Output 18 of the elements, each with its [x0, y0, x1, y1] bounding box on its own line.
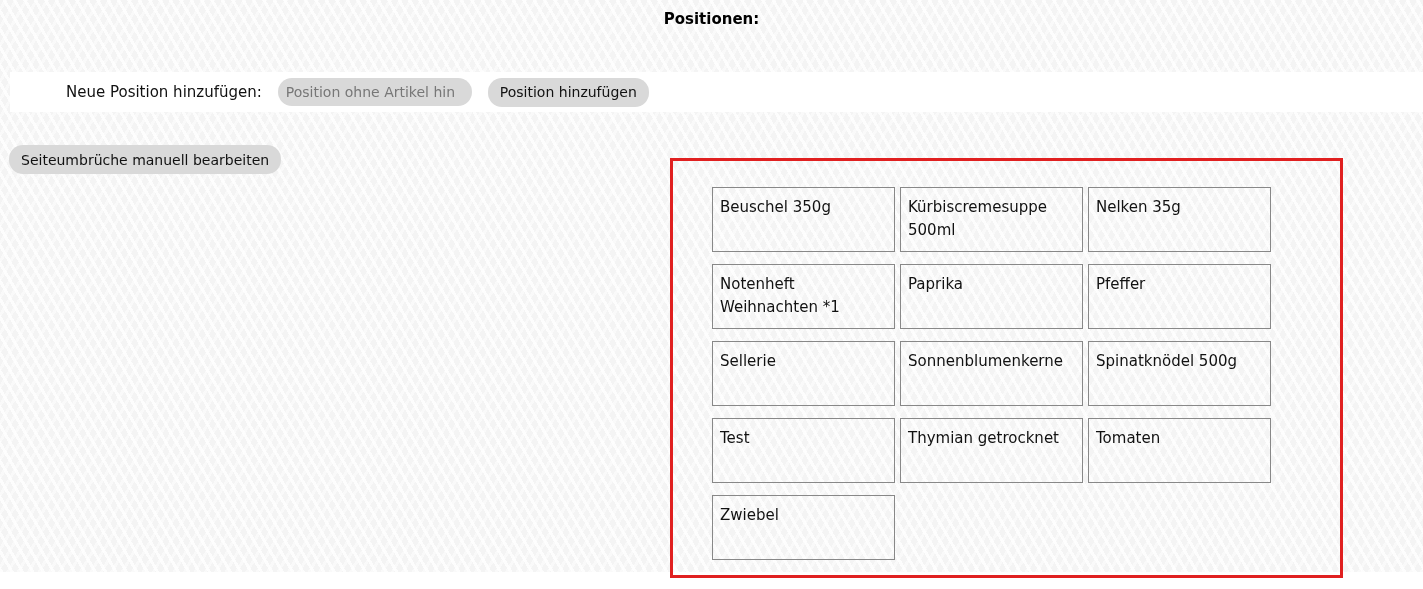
item-tile[interactable]: Zwiebel	[712, 495, 895, 560]
edit-page-breaks-button[interactable]: Seiteumbrüche manuell bearbeiten	[9, 145, 282, 174]
item-tile[interactable]: Spinatknödel 500g	[1088, 341, 1271, 406]
item-tile[interactable]: Sonnenblumenkerne	[900, 341, 1083, 406]
item-tile[interactable]: Tomaten	[1088, 418, 1271, 483]
item-tile[interactable]: Kürbiscremesuppe 500ml	[900, 187, 1083, 252]
item-tile[interactable]: Beuschel 350g	[712, 187, 895, 252]
item-tile[interactable]: Nelken 35g	[1088, 187, 1271, 252]
item-tile[interactable]: Notenheft Weihnachten *1	[712, 264, 895, 329]
item-tile[interactable]: Sellerie	[712, 341, 895, 406]
item-tile[interactable]: Test	[712, 418, 895, 483]
item-tile[interactable]: Thymian getrocknet	[900, 418, 1083, 483]
position-input-field[interactable]: Position ohne Artikel hin	[277, 78, 472, 106]
add-position-button[interactable]: Position hinzufügen	[487, 77, 649, 107]
section-heading: Positionen:	[662, 9, 761, 30]
add-position-label: Neue Position hinzufügen:	[66, 83, 262, 101]
item-tile[interactable]: Paprika	[900, 264, 1083, 329]
item-tile[interactable]: Pfeffer	[1088, 264, 1271, 329]
